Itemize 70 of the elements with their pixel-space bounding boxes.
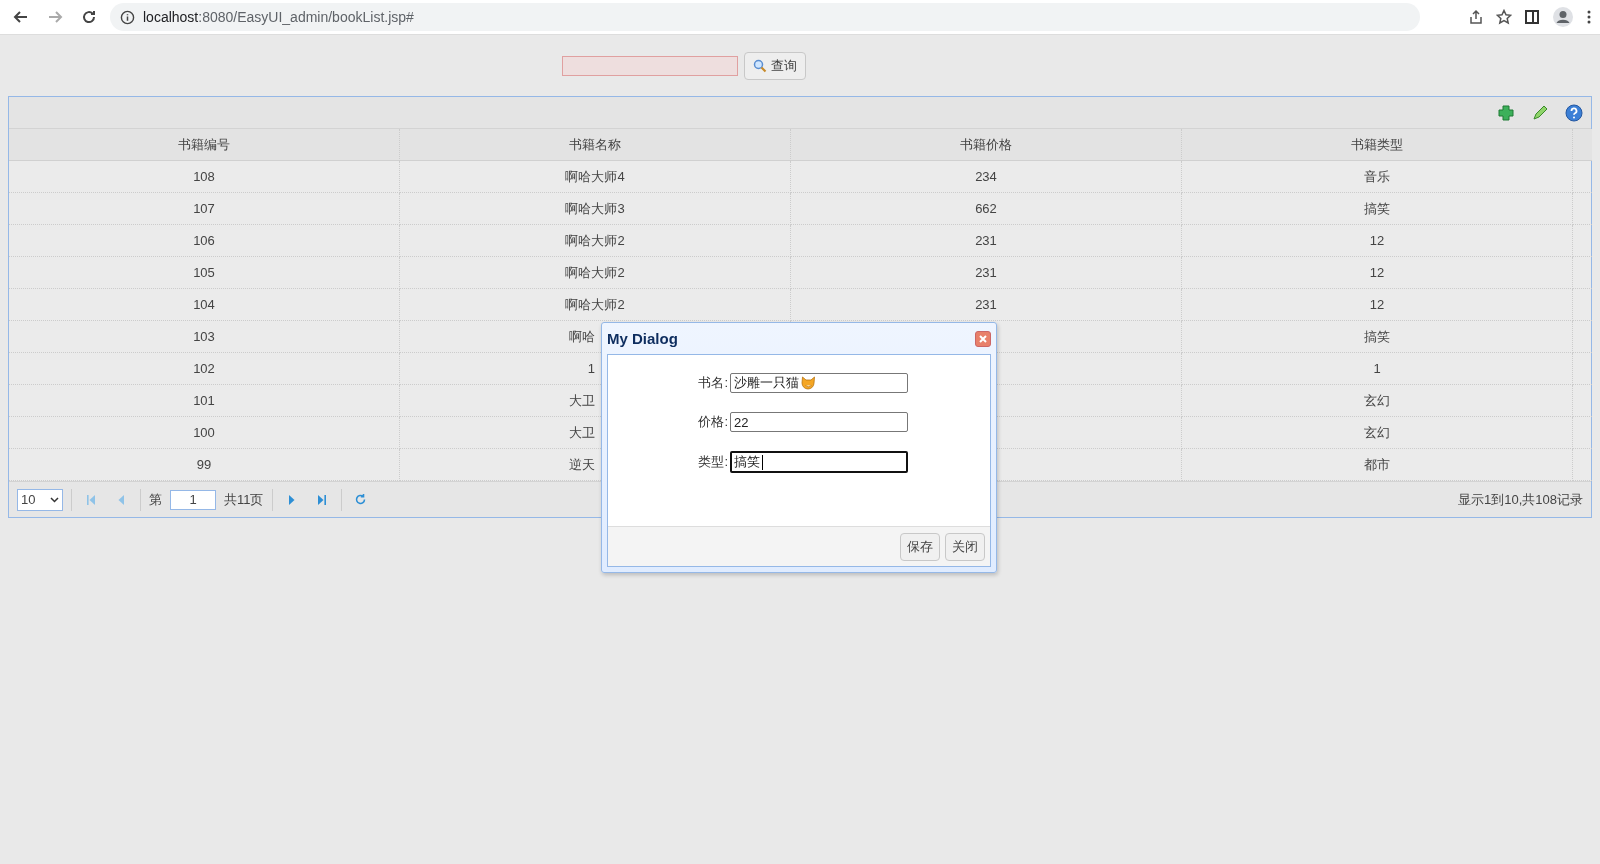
table-cell: 102 [9, 353, 400, 385]
share-icon[interactable] [1468, 9, 1484, 25]
save-button[interactable]: 保存 [900, 532, 940, 561]
table-cell: 啊哈大师2 [400, 257, 791, 289]
input-field[interactable]: 搞笑 [730, 451, 908, 473]
column-header[interactable]: 书籍类型 [1182, 129, 1573, 161]
side-panel-icon[interactable] [1524, 9, 1540, 25]
table-cell: 12 [1182, 257, 1573, 289]
table-cell: 231 [791, 289, 1182, 321]
caret-icon [50, 496, 59, 503]
table-cell: 啊哈大师2 [400, 225, 791, 257]
search-icon [753, 58, 767, 73]
table-cell: 103 [9, 321, 400, 353]
plus-icon [1498, 104, 1514, 121]
table-cell: 662 [791, 193, 1182, 225]
field-label: 类型: [697, 453, 728, 471]
table-cell: 啊哈大师2 [400, 289, 791, 321]
refresh-icon [354, 493, 367, 506]
star-icon[interactable] [1496, 9, 1512, 25]
url-text: localhost:8080/EasyUI_admin/bookList.jsp# [143, 9, 414, 25]
record-summary: 显示1到10,共108记录 [1458, 490, 1583, 509]
table-cell: 101 [9, 385, 400, 417]
reload-icon [81, 9, 97, 25]
table-cell: 搞笑 [1182, 321, 1573, 353]
page-number-field[interactable]: 1 [170, 489, 216, 510]
pencil-icon [1532, 104, 1548, 121]
table-cell: 108 [9, 161, 400, 193]
search-field[interactable] [562, 55, 738, 76]
page-label: 第 [149, 490, 162, 509]
column-header[interactable]: 书籍名称 [400, 129, 791, 161]
table-cell: 搞笑 [1182, 193, 1573, 225]
table-cell: 1 [1182, 353, 1573, 385]
page-size-select[interactable]: 10 [17, 488, 63, 511]
table-cell: 12 [1182, 289, 1573, 321]
table-cell: 啊哈大师3 [400, 193, 791, 225]
table-cell: 104 [9, 289, 400, 321]
first-page-icon [86, 493, 96, 506]
column-header[interactable]: 书籍编号 [9, 129, 400, 161]
table-cell: 玄幻 [1182, 385, 1573, 417]
info-icon [120, 9, 135, 25]
close-dialog-button[interactable]: 关闭 [945, 532, 985, 561]
input-field[interactable]: 沙雕一只猫 [730, 373, 908, 393]
table-cell: 234 [791, 161, 1182, 193]
help-button[interactable] [1563, 101, 1585, 124]
last-page-icon [316, 493, 327, 506]
table-cell: 106 [9, 225, 400, 257]
close-button[interactable] [975, 330, 991, 347]
forward-arrow-icon [47, 9, 63, 25]
input-field[interactable]: 22 [730, 412, 908, 432]
table-cell: 音乐 [1182, 161, 1573, 193]
page-total: 共11页 [224, 490, 264, 509]
table-cell: 玄幻 [1182, 417, 1573, 449]
column-header[interactable]: 书籍价格 [791, 129, 1182, 161]
profile-icon[interactable] [1552, 6, 1574, 28]
table-cell: 100 [9, 417, 400, 449]
help-icon [1565, 103, 1583, 122]
table-cell: 12 [1182, 225, 1573, 257]
previous-icon [117, 493, 125, 506]
next-icon [287, 493, 296, 506]
table-cell: 231 [791, 225, 1182, 257]
menu-icon[interactable] [1586, 9, 1592, 25]
back-arrow-icon [13, 9, 29, 25]
address-bar[interactable]: localhost:8080/EasyUI_admin/bookList.jsp# [110, 3, 1420, 31]
close-icon [978, 333, 988, 344]
table-cell: 105 [9, 257, 400, 289]
table-cell: 107 [9, 193, 400, 225]
dialog-title: My Dialog [607, 330, 678, 347]
table-cell: 啊哈大师4 [400, 161, 791, 193]
table-cell: 231 [791, 257, 1182, 289]
search-button[interactable]: 查询 [744, 51, 806, 80]
